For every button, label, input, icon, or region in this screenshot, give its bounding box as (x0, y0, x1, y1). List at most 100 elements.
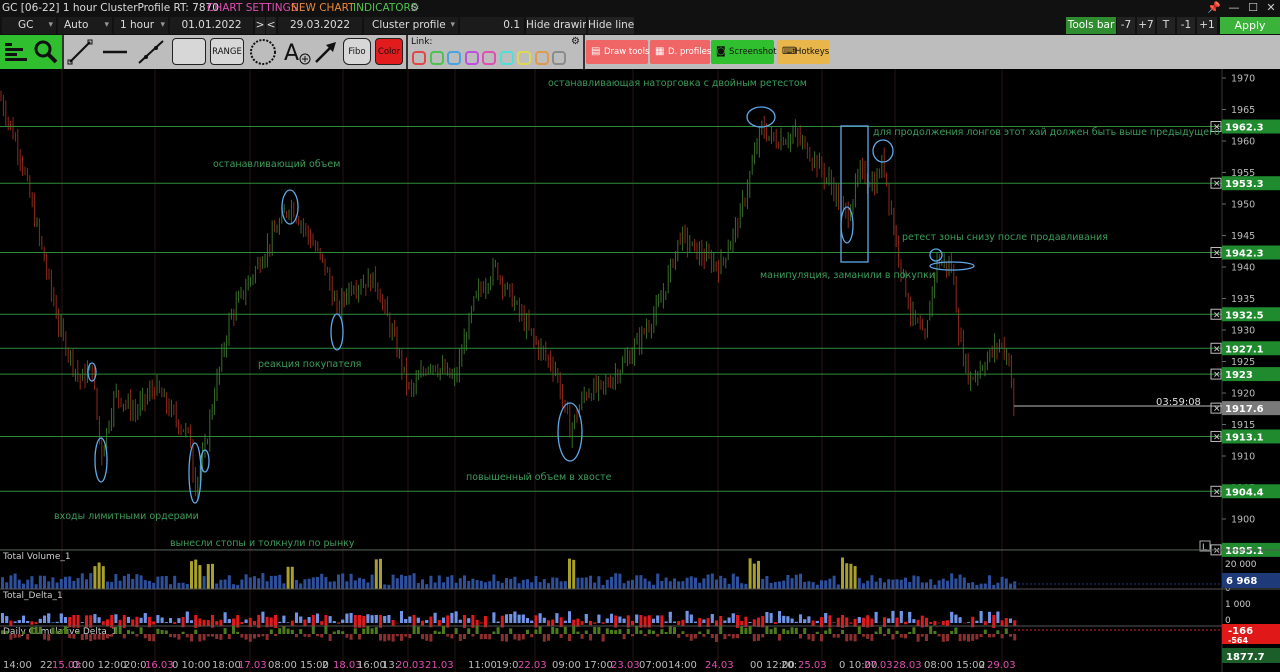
trendline-icon[interactable] (66, 38, 94, 65)
gear-icon[interactable]: ⚙ (410, 0, 419, 16)
maximize-button[interactable]: ☐ (1244, 0, 1262, 16)
chart-settings-link[interactable]: CHART SETTINGS (207, 0, 297, 16)
date-from-input[interactable]: 01.01.2022 (170, 17, 253, 34)
delta-bar (941, 620, 945, 623)
delta-bar (303, 619, 307, 623)
ellipse-icon[interactable] (248, 38, 278, 65)
delta-bar (450, 612, 454, 623)
volume-bar (778, 581, 781, 589)
link-color-swatch[interactable] (517, 51, 531, 65)
volume-bar (769, 582, 773, 589)
pin-icon[interactable]: 📌 (1205, 0, 1223, 16)
volume-bar (34, 584, 38, 589)
cum-delta-bar (366, 626, 370, 634)
link-color-swatch[interactable] (534, 51, 549, 65)
new-chart-link[interactable]: NEW CHART (291, 0, 355, 16)
cum-delta-bar (139, 627, 143, 634)
hide-lines-button[interactable]: Hide lines (588, 17, 634, 34)
link-color-swatch[interactable] (464, 51, 479, 65)
cum-delta-bar (715, 634, 718, 642)
timeframe-select[interactable]: 1 hour (114, 17, 168, 34)
link-color-swatch[interactable] (412, 51, 426, 65)
link-color-swatch[interactable] (499, 51, 514, 65)
hotkeys-button[interactable]: ⌨ Hotkeys (777, 40, 829, 64)
delta-bar (173, 622, 177, 623)
prev-button[interactable]: < (266, 17, 276, 34)
minus7-button[interactable]: -7 (1117, 17, 1135, 34)
hide-drawing-button[interactable]: Hide drawing (526, 17, 586, 34)
zoom-icon[interactable] (32, 38, 60, 65)
cum-delta-bar (379, 634, 382, 641)
cum-delta-bar (853, 634, 857, 642)
cum-delta-bar (610, 629, 613, 634)
symbol-select[interactable]: GC (2, 17, 56, 34)
cum-delta-bar (920, 634, 924, 637)
volume-bar (181, 582, 185, 589)
delta-bar (442, 617, 445, 623)
plus7-button[interactable]: +7 (1137, 17, 1155, 34)
cum-delta-bar (584, 630, 588, 634)
horizontal-line-icon[interactable] (100, 38, 130, 65)
cum-delta-bar (563, 626, 567, 634)
chart-area[interactable]: 1970196519601955195019451940193519301925… (0, 69, 1280, 672)
screenshot-button[interactable]: ◙ Screenshot (711, 40, 777, 64)
next-button[interactable]: > (255, 17, 265, 34)
delta-bar (526, 618, 529, 623)
d-profiles-button[interactable]: ▦ D. profiles (650, 40, 711, 64)
volume-bar (958, 574, 962, 589)
tools-bar-button[interactable]: Tools bar (1066, 17, 1116, 34)
cum-delta-bar (106, 634, 109, 639)
color-button[interactable]: Color (375, 38, 403, 65)
date-to-input[interactable]: 29.03.2022 (278, 17, 362, 34)
cum-delta-bar (1013, 634, 1017, 641)
cum-delta-bar (547, 634, 550, 641)
minimize-button[interactable]: — (1225, 0, 1243, 16)
cum-delta-bar (353, 628, 357, 634)
delta-bar (227, 619, 231, 623)
t-button[interactable]: T (1157, 17, 1175, 34)
cum-delta-bar (530, 634, 534, 638)
rectangle-icon[interactable] (172, 38, 206, 65)
volume-bar (169, 584, 172, 589)
volume-bar (841, 557, 844, 589)
delta-bar (139, 617, 143, 623)
profile-bars-icon[interactable] (2, 38, 32, 65)
tick-size-input[interactable]: 0.1 (460, 17, 524, 34)
cum-delta-bar (458, 634, 462, 641)
indicators-link[interactable]: INDICATORS (353, 0, 417, 16)
volume-bar (950, 573, 954, 589)
ray-line-icon[interactable] (136, 38, 166, 65)
volume-bar (106, 581, 109, 589)
volume-bar (85, 579, 88, 589)
delta-bar (689, 614, 693, 623)
delta-bar (513, 611, 517, 623)
plus1-button[interactable]: +1 (1197, 17, 1217, 34)
scale-mode-select[interactable]: Auto (58, 17, 112, 34)
toolbar-separator (406, 35, 408, 69)
svg-text:A: A (284, 41, 299, 66)
link-label: Link: (411, 37, 433, 47)
range-button[interactable]: RANGE (210, 38, 244, 65)
link-color-swatch[interactable] (447, 51, 461, 65)
close-button[interactable]: ✕ (1262, 0, 1280, 16)
fibo-button[interactable]: Fibo (343, 38, 371, 65)
volume-bar (836, 584, 840, 589)
draw-tools-button[interactable]: ▤ Draw tools (586, 40, 649, 64)
link-settings-gear-icon[interactable]: ⚙ (571, 36, 580, 47)
cum-delta-bar (320, 634, 324, 638)
link-color-swatch[interactable] (552, 51, 566, 65)
volume-bar (219, 579, 223, 589)
delta-bar (181, 623, 185, 628)
delta-bar (647, 623, 651, 628)
link-color-swatch[interactable] (429, 51, 444, 65)
delta-bar (883, 617, 886, 623)
delta-bar (883, 623, 886, 628)
arrow-icon[interactable] (312, 38, 340, 65)
delta-bar (849, 622, 853, 623)
text-tool-icon[interactable]: A (282, 38, 312, 66)
link-color-swatch[interactable] (482, 51, 496, 65)
apply-button[interactable]: Apply (1220, 17, 1280, 34)
delta-bar (1004, 618, 1008, 623)
profile-type-select[interactable]: Cluster profile (364, 17, 458, 34)
minus1-button[interactable]: -1 (1177, 17, 1195, 34)
